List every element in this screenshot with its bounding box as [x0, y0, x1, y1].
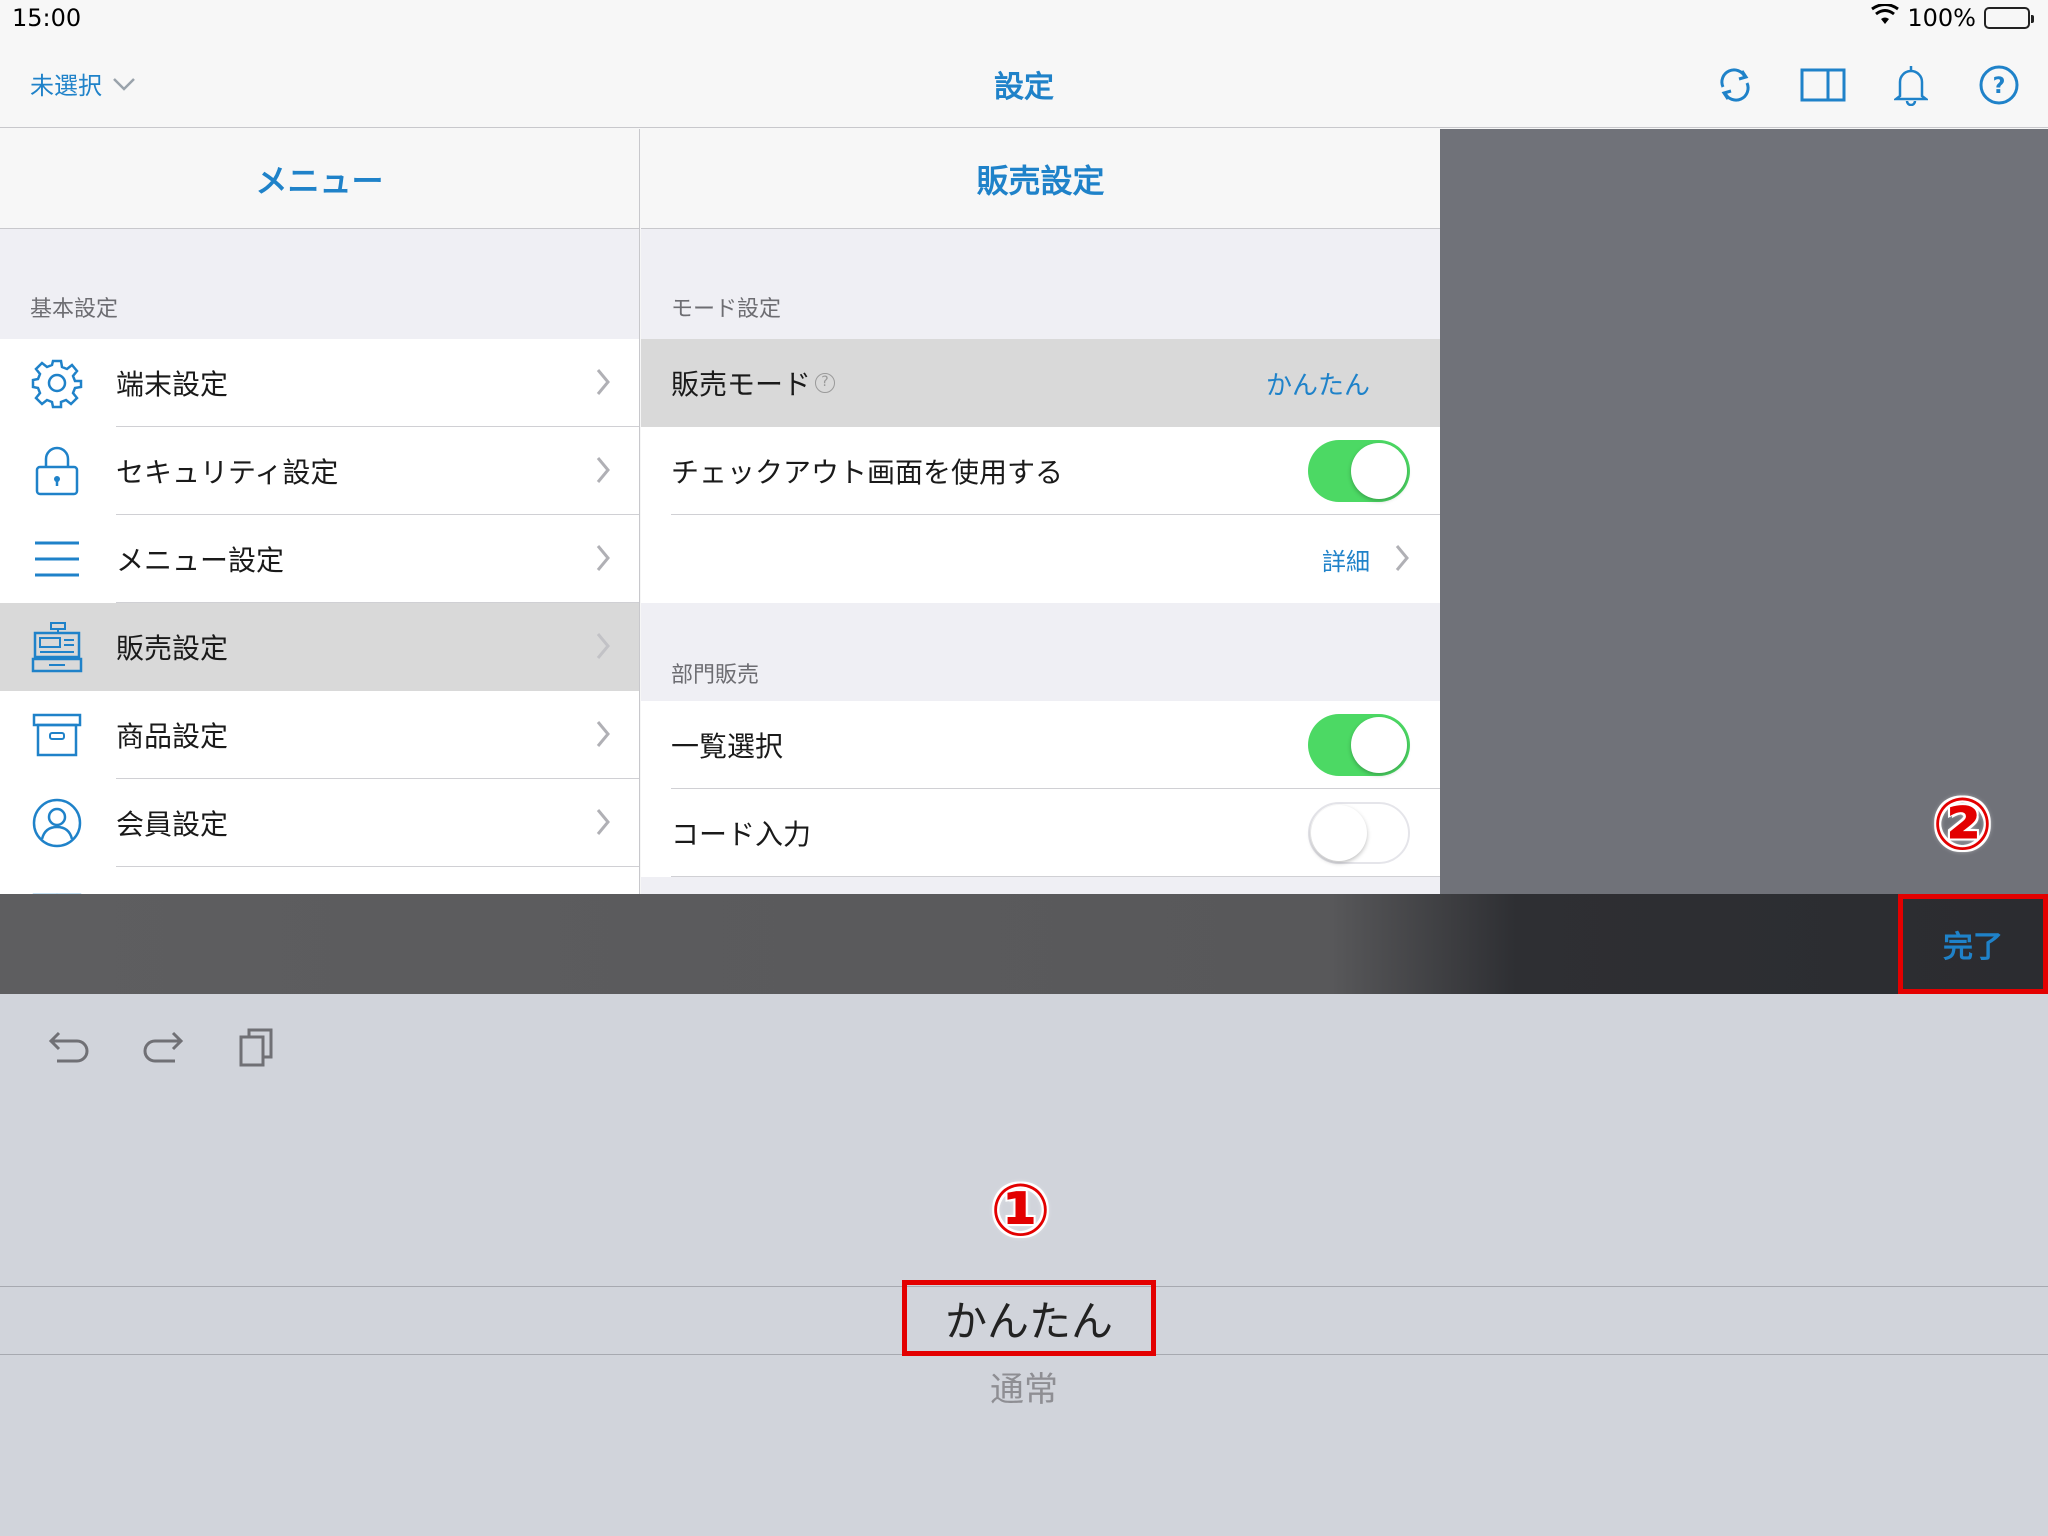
chevron-right-icon	[595, 631, 611, 665]
menu-item-menu-settings[interactable]: メニュー設定	[0, 515, 639, 603]
menu-item-product-settings[interactable]: 商品設定	[0, 691, 639, 779]
menu-item-security-settings[interactable]: セキュリティ設定	[0, 427, 639, 515]
menu-item-sales-settings[interactable]: 販売設定	[0, 603, 639, 691]
sales-mode-value: かんたん	[1265, 370, 1370, 401]
status-time: 15:00	[12, 4, 82, 32]
details-link[interactable]: 詳細	[1322, 542, 1370, 577]
picker-area: かんたん 通常	[0, 994, 2048, 1536]
checkout-screen-row: チェックアウト画面を使用する	[641, 427, 1440, 515]
battery-icon	[1984, 7, 2034, 29]
list-icon	[28, 530, 86, 588]
chevron-right-icon	[595, 719, 611, 753]
wifi-icon	[1871, 3, 1900, 32]
book-icon	[28, 882, 86, 894]
bell-icon[interactable]	[1884, 58, 1938, 112]
detail-column: 販売設定 モード設定 販売モード ? かんたん チェックアウト画面を使用する 詳…	[641, 129, 1440, 894]
question-circle-icon[interactable]: ?	[815, 373, 836, 393]
menu-item-member-settings[interactable]: 会員設定	[0, 779, 639, 867]
menu-item-label: 販売設定	[116, 632, 229, 665]
battery-percent: 100%	[1907, 4, 1976, 32]
step-marker-2: ②	[1932, 782, 1993, 866]
picker-option[interactable]: 通常	[0, 1362, 2048, 1411]
code-input-label: コード入力	[671, 818, 812, 851]
sales-settings-header: 販売設定	[641, 129, 1440, 229]
list-select-label: 一覧選択	[671, 730, 784, 763]
menu-item-label: メニュー設定	[116, 544, 285, 577]
nav-bar: 未選択 設定 ?	[0, 40, 2048, 128]
step-marker-1: ①	[990, 1168, 1051, 1252]
unselected-dropdown[interactable]: 未選択	[30, 66, 136, 101]
menu-item-partial[interactable]	[0, 867, 639, 894]
paste-icon[interactable]	[232, 1022, 282, 1072]
chevron-down-icon	[112, 70, 136, 98]
sync-icon[interactable]	[1708, 58, 1762, 112]
menu-item-device-settings[interactable]: 端末設定	[0, 339, 639, 427]
chevron-right-icon	[595, 543, 611, 577]
checkout-screen-label: チェックアウト画面を使用する	[671, 456, 1064, 489]
split-view-icon[interactable]	[1796, 58, 1850, 112]
help-icon[interactable]: ?	[1972, 58, 2026, 112]
details-row[interactable]: 詳細	[641, 515, 1440, 603]
chevron-right-icon	[1394, 543, 1410, 580]
sales-mode-row[interactable]: 販売モード ? かんたん	[641, 339, 1440, 427]
lock-icon	[28, 442, 86, 500]
svg-text:?: ?	[1993, 74, 2006, 99]
checkout-screen-toggle[interactable]	[1308, 440, 1410, 502]
person-icon	[28, 794, 86, 852]
status-bar: 15:00 100%	[0, 0, 2048, 40]
chevron-right-icon	[595, 367, 611, 401]
list-select-toggle[interactable]	[1308, 714, 1410, 776]
menu-column: メニュー 基本設定 端末設定 セキュリティ設定 メニュー設定 販売設定 商品設定…	[0, 129, 640, 894]
basic-settings-section: 基本設定	[30, 297, 119, 322]
mode-settings-section: モード設定	[671, 297, 782, 322]
chevron-right-icon	[595, 807, 611, 841]
gear-icon	[28, 354, 86, 412]
menu-item-label: 会員設定	[116, 808, 229, 841]
menu-item-label: 端末設定	[116, 368, 229, 401]
picker-toolbar	[0, 894, 2048, 994]
menu-item-label: 商品設定	[116, 720, 229, 753]
chevron-right-icon	[595, 455, 611, 489]
register-icon	[28, 618, 86, 676]
code-input-row: コード入力	[641, 789, 1440, 877]
redo-icon[interactable]	[138, 1022, 188, 1072]
picker-option-selected[interactable]: かんたん	[902, 1280, 1156, 1356]
status-indicators: 100%	[1871, 3, 2034, 32]
dimmed-overlay	[1440, 129, 2048, 894]
menu-header: メニュー	[0, 129, 639, 229]
department-sales-section: 部門販売	[671, 663, 760, 688]
menu-item-label: セキュリティ設定	[116, 456, 339, 489]
list-select-row: 一覧選択	[641, 701, 1440, 789]
done-button[interactable]: 完了	[1898, 894, 2048, 994]
undo-icon[interactable]	[44, 1022, 94, 1072]
sales-mode-label: 販売モード	[671, 368, 812, 401]
unselected-label: 未選択	[30, 72, 102, 100]
code-input-toggle[interactable]	[1308, 802, 1410, 864]
box-icon	[28, 706, 86, 764]
